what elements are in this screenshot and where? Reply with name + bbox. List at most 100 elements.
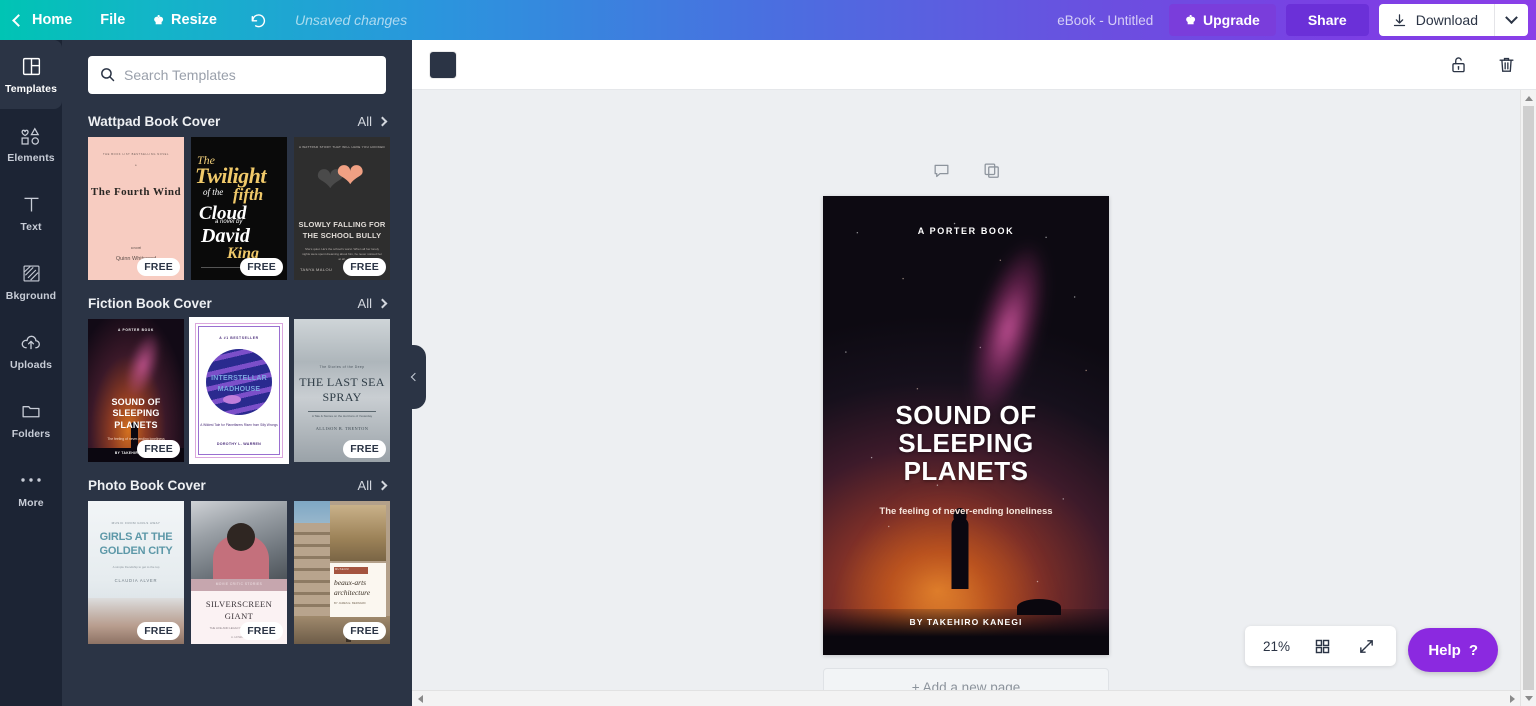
- vertical-scroll-thumb[interactable]: [1523, 106, 1534, 690]
- panel-collapse-button[interactable]: [404, 345, 426, 409]
- ground-graphic: [823, 609, 1109, 655]
- section-all-link-fiction[interactable]: All: [358, 296, 388, 311]
- help-label: Help: [1428, 641, 1461, 659]
- template-subtitle: A simple friendship to get to the top: [112, 565, 160, 569]
- template-line-4: fifth: [233, 185, 264, 204]
- template-row-wattpad: THE BOOK LIST BESTSELLING NOVEL a The Fo…: [62, 137, 412, 286]
- more-dots-icon: [20, 468, 42, 492]
- zoom-toolbar: 21%: [1244, 626, 1396, 666]
- all-label: All: [357, 478, 372, 493]
- canvas-scroll-region[interactable]: A PORTER BOOK SOUND OF SLEEPING PLANETS …: [412, 90, 1520, 706]
- sidebar-item-bkground[interactable]: Bkground: [0, 247, 62, 316]
- horizontal-scrollbar[interactable]: [412, 690, 1520, 706]
- color-swatch[interactable]: [430, 51, 456, 78]
- canvas-toolbar: [412, 40, 1536, 90]
- template-kicker: THE BOOK LIST BESTSELLING NOVEL: [102, 153, 170, 156]
- design-byline[interactable]: BY TAKEHIRO KANEGI: [823, 617, 1109, 627]
- template-title: SLOWLY FALLING FOR THE SCHOOL BULLY: [298, 220, 386, 241]
- template-thumb-the-fourth-wind[interactable]: THE BOOK LIST BESTSELLING NOVEL a The Fo…: [88, 137, 184, 280]
- heart-icon: ❤: [336, 157, 365, 195]
- upgrade-button[interactable]: ♚ Upgrade: [1169, 4, 1276, 36]
- upgrade-label: Upgrade: [1203, 12, 1260, 28]
- template-author: BY JAMES E. BERNARD: [334, 601, 366, 605]
- design-canvas-page[interactable]: A PORTER BOOK SOUND OF SLEEPING PLANETS …: [823, 196, 1109, 655]
- sidebar-label-bkground: Bkground: [5, 290, 57, 302]
- file-label: File: [100, 12, 126, 28]
- triangle-right-icon: [1509, 695, 1515, 703]
- share-button[interactable]: Share: [1285, 4, 1369, 36]
- template-thumb-interstellar-madhouse[interactable]: A #1 BESTSELLER INTERSTELLAR MADHOUSE A …: [189, 317, 289, 464]
- template-thumb-the-twilight-of-the-fifth-cloud[interactable]: The Twilight of the fifth Cloud a novel …: [191, 137, 287, 280]
- design-title[interactable]: SOUND OF SLEEPING PLANETS: [833, 400, 1099, 485]
- sidebar-item-more[interactable]: More: [0, 454, 62, 523]
- design-title-line-1: SOUND OF: [895, 400, 1037, 430]
- unlock-icon: [1451, 57, 1465, 73]
- download-button[interactable]: Download: [1378, 4, 1494, 36]
- template-title: THE LAST SEA SPRAY: [299, 375, 385, 404]
- search-input[interactable]: [124, 56, 386, 94]
- page-wrapper: A PORTER BOOK SOUND OF SLEEPING PLANETS …: [823, 196, 1109, 655]
- undo-button[interactable]: [239, 0, 279, 40]
- sidebar-item-templates[interactable]: Templates: [0, 40, 62, 109]
- sidebar-label-uploads: Uploads: [9, 359, 53, 371]
- template-author: CLAUDIA ALVER: [114, 578, 158, 583]
- sidebar-label-templates: Templates: [4, 83, 58, 95]
- canvas-toolbar-actions: [1446, 53, 1518, 77]
- sidebar-item-elements[interactable]: Elements: [0, 109, 62, 178]
- section-header-wattpad: Wattpad Book Cover All: [62, 104, 412, 137]
- scroll-up-button[interactable]: [1521, 90, 1536, 106]
- chevron-down-icon: [1505, 10, 1518, 24]
- left-sidebar-rail: Templates Elements Text Bkground Uploads…: [0, 40, 62, 706]
- elements-shapes-icon: [20, 123, 42, 147]
- search-box[interactable]: [88, 56, 386, 94]
- scroll-left-button[interactable]: [412, 691, 428, 706]
- template-thumb-sound-of-sleeping-planets[interactable]: A PORTER BOOK SOUND OF SLEEPING PLANETS …: [88, 319, 184, 462]
- template-thumb-beaux-arts-architecture[interactable]: MUSEUM beaux-arts architecture BY JAMES …: [294, 501, 390, 644]
- template-thumb-girls-at-the-golden-city[interactable]: MUSIC FROM GIRLS AWAY GIRLS AT THE GOLDE…: [88, 501, 184, 644]
- template-thumb-the-last-sea-spray[interactable]: The Stories of the Deep THE LAST SEA SPR…: [294, 319, 390, 462]
- design-top-label[interactable]: A PORTER BOOK: [823, 226, 1109, 236]
- template-kicker: A PORTER BOOK: [118, 328, 154, 332]
- section-header-fiction: Fiction Book Cover All: [62, 286, 412, 319]
- template-title: INTERSTELLAR MADHOUSE: [211, 375, 267, 393]
- duplicate-page-button[interactable]: [979, 158, 1003, 182]
- template-title: The Fourth Wind: [90, 186, 182, 198]
- file-menu-button[interactable]: File: [86, 0, 139, 40]
- resize-button[interactable]: ♚ Resize: [139, 0, 231, 40]
- template-thumb-silverscreen-giant[interactable]: MOVIE CRITIC STORIES SILVERSCREEN GIANT …: [191, 501, 287, 644]
- scroll-down-button[interactable]: [1521, 690, 1536, 706]
- section-all-link-photo[interactable]: All: [357, 478, 388, 493]
- chevron-left-icon: [12, 13, 25, 27]
- sidebar-label-text: Text: [20, 221, 42, 233]
- unlock-button[interactable]: [1446, 53, 1470, 77]
- home-button[interactable]: Home: [0, 0, 86, 40]
- photo-graphic: [330, 505, 386, 561]
- comment-button[interactable]: [929, 158, 953, 182]
- section-all-link-wattpad[interactable]: All: [358, 114, 388, 129]
- scroll-right-button[interactable]: [1504, 691, 1520, 706]
- zoom-level-label[interactable]: 21%: [1263, 639, 1290, 654]
- delete-button[interactable]: [1494, 53, 1518, 77]
- vertical-scrollbar[interactable]: [1520, 90, 1536, 706]
- canva-editor-window: Home File ♚ Resize Unsaved changes eBook…: [0, 0, 1536, 706]
- fullscreen-button[interactable]: [1354, 634, 1378, 658]
- sidebar-item-text[interactable]: Text: [0, 178, 62, 247]
- design-title-line-2: SLEEPING: [898, 427, 1034, 458]
- template-description: A Tale & Stories on the Horizons of Yest…: [311, 414, 373, 418]
- crown-icon: ♚: [153, 13, 165, 27]
- help-button[interactable]: Help ?: [1408, 628, 1498, 672]
- template-thumb-slowly-falling-for-the-school-bully[interactable]: A WATTPAD STORY THAT WILL HAVE YOU HOOKE…: [294, 137, 390, 280]
- download-dropdown-button[interactable]: [1494, 4, 1528, 36]
- sidebar-item-folders[interactable]: Folders: [0, 385, 62, 454]
- page-tools: [412, 158, 1520, 182]
- chevron-left-icon: [410, 372, 420, 382]
- design-subtitle[interactable]: The feeling of never-ending loneliness: [833, 506, 1099, 517]
- free-badge: FREE: [343, 258, 386, 276]
- top-toolbar-right: eBook - Untitled ♚ Upgrade Share Downloa…: [1057, 0, 1536, 40]
- template-title: GIRLS AT THE GOLDEN CITY: [99, 531, 173, 557]
- sidebar-item-uploads[interactable]: Uploads: [0, 316, 62, 385]
- rock-graphic: [1017, 599, 1061, 615]
- template-kicker: A WATTPAD STORY THAT WILL HAVE YOU HOOKE…: [298, 145, 386, 149]
- grid-view-button[interactable]: [1310, 634, 1334, 658]
- document-title[interactable]: eBook - Untitled: [1057, 13, 1153, 28]
